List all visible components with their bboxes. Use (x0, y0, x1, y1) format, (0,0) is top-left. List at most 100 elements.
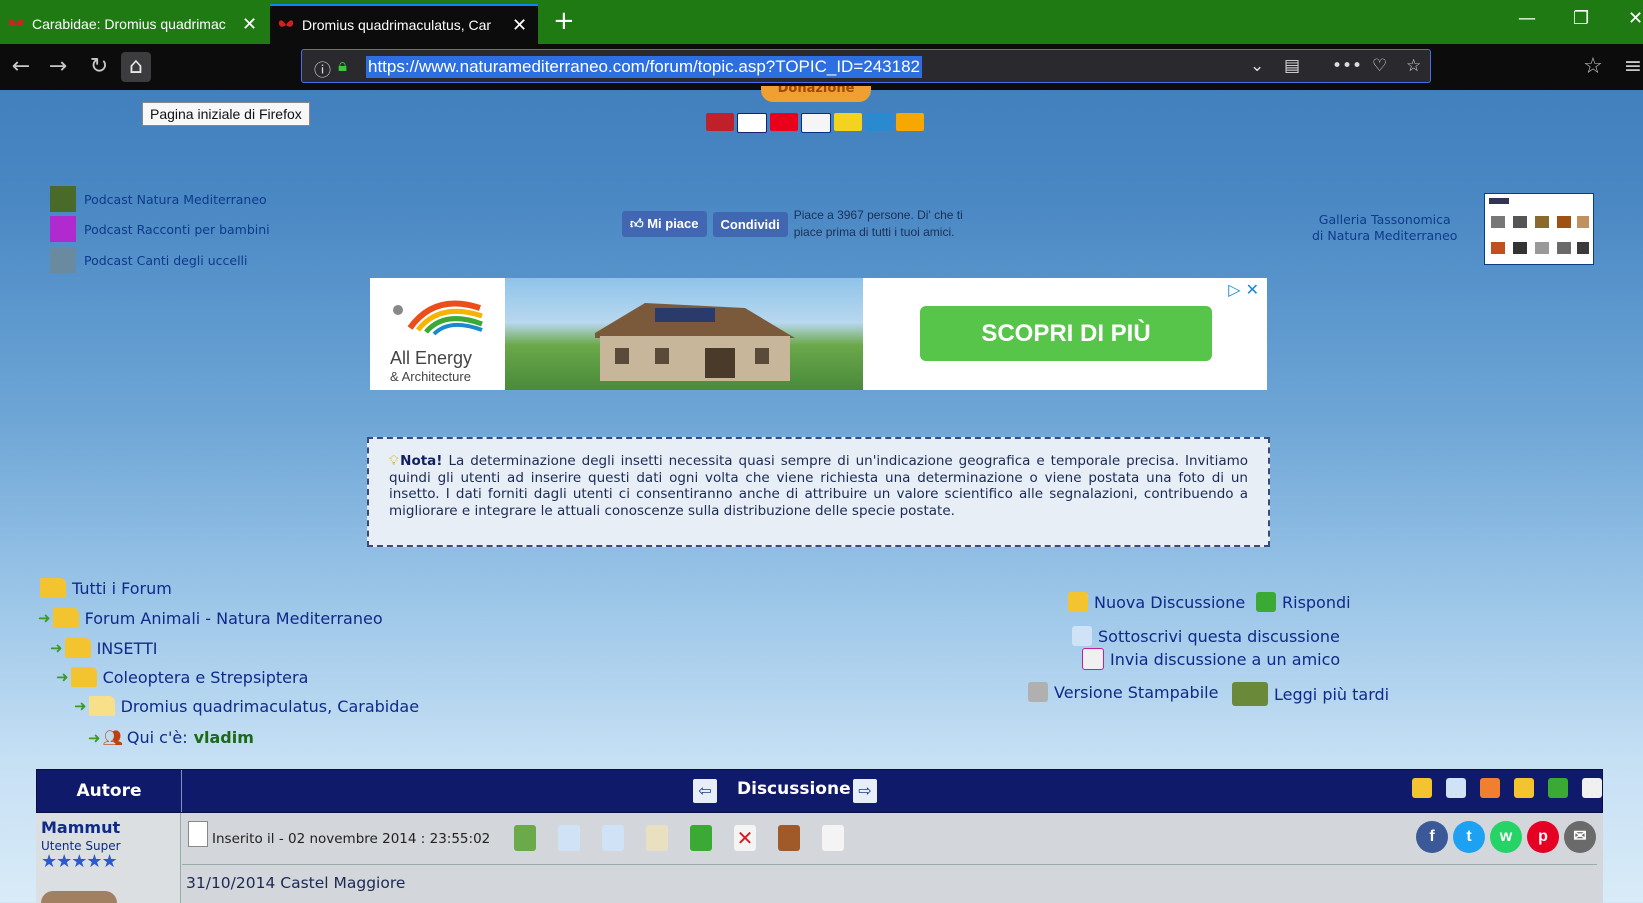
printer-icon (1028, 682, 1048, 702)
email-icon[interactable]: ✉ (1564, 821, 1596, 853)
twitter-icon[interactable]: t (1453, 821, 1485, 853)
topic-toolbar (1412, 778, 1608, 798)
donazione-label: Donazione (777, 86, 855, 96)
url-bar[interactable]: ⓘ 🔒︎ https://www.naturamediterraneo.com/… (301, 49, 1431, 83)
library-icon[interactable]: ☆ (1578, 52, 1608, 82)
bookmark-star-icon[interactable]: ☆ (1406, 56, 1421, 76)
breadcrumb-item-forum-animali[interactable]: ➜ Forum Animali - Natura Mediterraneo (38, 608, 383, 628)
maestro-icon (706, 113, 734, 131)
folder-icon (40, 578, 66, 598)
menu-icon[interactable]: ≡ (1618, 52, 1643, 82)
column-header-topic: Discussione (737, 779, 851, 799)
podcast-link-canti[interactable]: Podcast Canti degli uccelli (50, 247, 248, 273)
delete-topic-icon[interactable] (1480, 778, 1500, 798)
next-topic-icon[interactable]: ⇨ (853, 779, 877, 803)
galleria-line1: Galleria Tassonomica (1318, 212, 1451, 227)
read-later-link[interactable]: Leggi più tardi (1232, 682, 1389, 706)
breadcrumb-item-insetti[interactable]: ➜ INSETTI (50, 638, 158, 658)
facebook-icon[interactable]: f (1416, 821, 1448, 853)
ad-brand: All Energy & Architecture (390, 348, 472, 384)
galleria-line2: di Natura Mediterraneo (1312, 228, 1458, 243)
go-top-icon[interactable] (822, 825, 844, 851)
note-text: La determinazione degli insetti necessit… (389, 453, 1249, 519)
go-last-icon[interactable] (1582, 778, 1602, 798)
presence-line: ➜ 👥︎ Qui c'è: vladim (88, 728, 254, 747)
profile-icon[interactable] (514, 825, 536, 851)
send-message-icon[interactable] (558, 825, 580, 851)
podcast-link-racconti[interactable]: Podcast Racconti per bambini (50, 216, 270, 242)
paypal-icon (801, 113, 831, 133)
reply-quote-icon[interactable] (690, 825, 712, 851)
subscribe-link[interactable]: Sottoscrivi questa discussione (1072, 626, 1340, 646)
back-icon[interactable]: ← (6, 52, 36, 82)
galleria-thumbnail[interactable] (1484, 193, 1594, 265)
quote-icon[interactable] (646, 825, 668, 851)
mastercard-icon (770, 113, 798, 131)
close-tab-icon[interactable]: ✕ (242, 14, 257, 35)
podcast-label: Podcast Natura Mediterraneo (84, 191, 267, 207)
ad-close-icon[interactable]: ▷ ✕ (1228, 280, 1259, 299)
minimize-icon[interactable]: — (1518, 8, 1536, 29)
post-toolbar: ✕ (514, 825, 844, 851)
edit-topic-icon[interactable] (1446, 778, 1466, 798)
ad-banner[interactable]: All Energy & Architecture SCOPRI DI PIÙ … (370, 278, 1267, 390)
pocket-icon[interactable]: ♡ (1372, 56, 1387, 76)
delete-post-icon[interactable]: ✕ (734, 825, 756, 851)
home-icon[interactable]: ⌂ (121, 52, 151, 82)
facebook-share-button[interactable]: Condividi (712, 211, 788, 237)
like-label: Mi piace (647, 216, 699, 231)
more-actions-icon[interactable]: ••• (1332, 56, 1362, 76)
breadcrumb-label: Forum Animali - Natura Mediterraneo (84, 608, 383, 628)
facebook-like-button[interactable]: 👍︎ Mi piace (622, 211, 707, 237)
rank-stars: ★★★★★ (41, 851, 118, 872)
arrow-icon: ➜ (50, 639, 63, 657)
presence-user[interactable]: vladim (194, 728, 254, 747)
breadcrumb-item-topic[interactable]: ➜ Dromius quadrimaculatus, Carabidae (74, 696, 419, 716)
edit-post-icon[interactable] (602, 825, 624, 851)
print-version-link[interactable]: Versione Stampabile (1028, 682, 1218, 702)
send-to-friend-link[interactable]: Invia discussione a un amico (1082, 648, 1340, 670)
book-icon[interactable] (778, 825, 800, 851)
note-box: 💡︎Nota! La determinazione degli insetti … (367, 437, 1270, 547)
tab-carabidae[interactable]: Carabidae: Dromius quadrimac ✕ (0, 4, 270, 44)
reload-icon[interactable]: ↻ (84, 52, 114, 82)
new-tab-button[interactable]: + (553, 6, 575, 36)
ad-cta-button[interactable]: SCOPRI DI PIÙ (920, 306, 1212, 361)
reader-view-icon[interactable]: ▤ (1284, 56, 1300, 76)
whatsapp-icon[interactable]: w (1490, 821, 1522, 853)
podcast-link-natura[interactable]: Podcast Natura Mediterraneo (50, 186, 267, 212)
reply-link[interactable]: Rispondi (1256, 592, 1351, 612)
url-text[interactable]: https://www.naturamediterraneo.com/forum… (366, 56, 922, 78)
breadcrumb-item-coleoptera[interactable]: ➜ Coleoptera e Strepsiptera (56, 667, 308, 687)
reply-icon[interactable] (1548, 778, 1568, 798)
previous-topic-icon[interactable]: ⇦ (693, 779, 717, 803)
facebook-like-count: Piace a 3967 persone. Di' che ti piace p… (793, 208, 963, 239)
info-icon[interactable]: ⓘ (314, 56, 331, 81)
forward-icon[interactable]: → (43, 52, 73, 82)
folder-icon (64, 638, 91, 658)
post-author-cell: Mammut Utente Super ★★★★★ (36, 813, 181, 903)
subscribe-icon (1072, 626, 1092, 646)
new-topic-icon[interactable] (1514, 778, 1534, 798)
tab-title: Dromius quadrimaculatus, Car (302, 17, 492, 33)
breadcrumb-label: Tutti i Forum (72, 578, 172, 598)
chevron-down-icon[interactable]: ⌄ (1250, 56, 1264, 76)
folder-icon[interactable] (1412, 778, 1432, 798)
donazione-button[interactable]: Donazione (761, 86, 871, 102)
butterfly-icon (278, 20, 294, 27)
tab-dromius[interactable]: Dromius quadrimaculatus, Car ✕ (270, 4, 538, 44)
reply-label: Rispondi (1282, 592, 1351, 612)
pinterest-icon[interactable]: p (1527, 821, 1559, 853)
new-topic-link[interactable]: Nuova Discussione (1068, 592, 1245, 612)
breadcrumb-item-all-forums[interactable]: Tutti i Forum (40, 578, 172, 598)
ad-house-image (505, 278, 863, 390)
breadcrumb-label: Dromius quadrimaculatus, Carabidae (120, 696, 420, 716)
close-window-icon[interactable]: ✕ (1628, 8, 1643, 29)
arrow-icon: ➜ (74, 697, 87, 715)
note-label: Nota! (400, 453, 443, 469)
galleria-link[interactable]: Galleria Tassonomica di Natura Mediterra… (1312, 212, 1457, 244)
postepay-icon (834, 113, 862, 131)
author-name[interactable]: Mammut (41, 818, 120, 837)
restore-icon[interactable]: ❐ (1573, 8, 1589, 29)
close-tab-icon[interactable]: ✕ (512, 15, 527, 36)
